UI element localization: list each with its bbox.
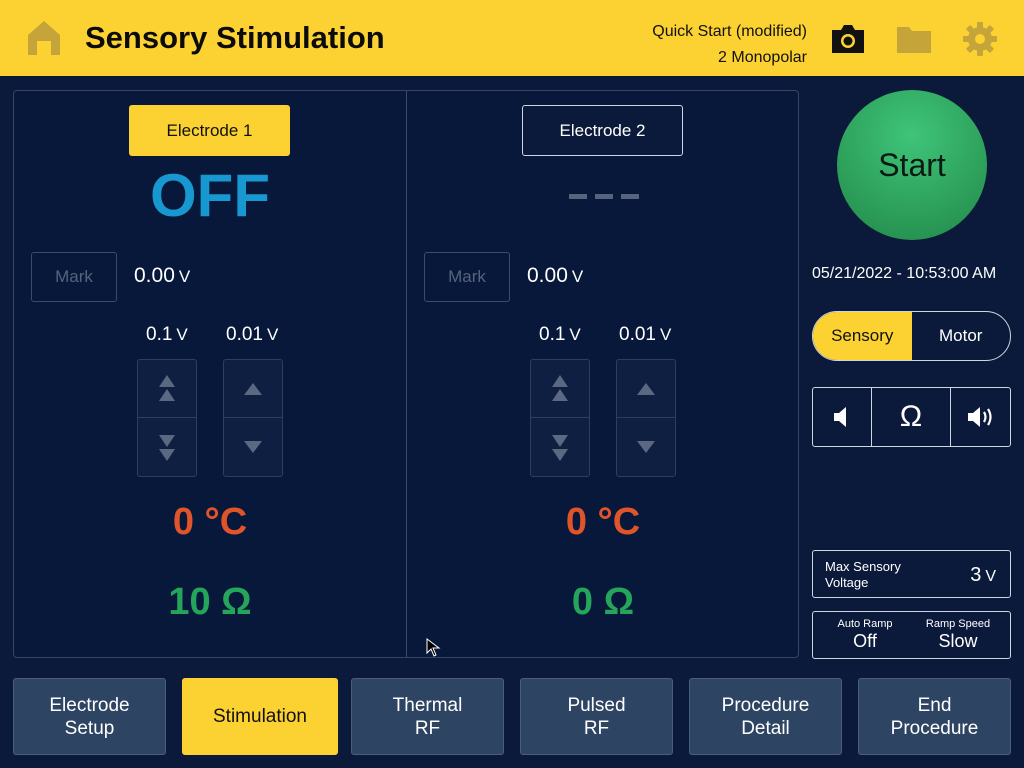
electrode-panel: Electrode 1 OFF Mark 0.00 V 0.1 V 0.01 V 0 … — [13, 90, 799, 658]
ramp-speed-setting: Ramp Speed Slow — [918, 618, 998, 652]
home-icon[interactable] — [24, 18, 64, 58]
up-arrow-icon[interactable] — [224, 360, 282, 418]
max-voltage-label: Max Sensory Voltage — [825, 559, 901, 590]
volume-up-icon[interactable] — [951, 388, 1010, 446]
double-down-arrow-icon[interactable] — [138, 418, 196, 476]
mode-toggle: Sensory Motor — [812, 311, 1011, 361]
mouse-cursor-icon — [426, 638, 442, 663]
ramp-speed-value: Slow — [938, 631, 978, 651]
double-down-arrow-icon[interactable] — [531, 418, 589, 476]
voltage-unit: V — [571, 267, 584, 286]
electrode-2-impedance: 0 Ω — [571, 581, 635, 623]
voltage-value: 0.00 — [134, 264, 175, 287]
max-sensory-voltage-setting[interactable]: Max Sensory Voltage 3V — [812, 550, 1011, 598]
double-up-arrow-icon[interactable] — [138, 360, 196, 418]
electrode-1-voltage: 0.00 V — [134, 264, 190, 288]
start-button[interactable]: Start — [837, 90, 987, 240]
folder-icon[interactable] — [895, 21, 933, 57]
camera-icon[interactable] — [829, 21, 867, 57]
ramp-speed-label: Ramp Speed — [925, 618, 991, 630]
nav-electrode-setup[interactable]: Electrode Setup — [13, 678, 166, 755]
preset-name: Quick Start (modified) — [652, 23, 807, 40]
gear-icon[interactable] — [961, 21, 999, 57]
electrode-2-column: Electrode 2 Mark 0.00 V 0.1 V 0.01 V 0 °C 0… — [407, 91, 799, 657]
electrode-1-impedance: 10 Ω — [168, 581, 252, 623]
ramp-settings[interactable]: Auto Ramp Off Ramp Speed Slow — [812, 611, 1011, 659]
mode-sensory-button[interactable]: Sensory — [813, 312, 912, 360]
nav-thermal-rf[interactable]: Thermal RF — [351, 678, 504, 755]
coarse-step-label: 0.1 V — [146, 324, 188, 345]
voltage-unit: V — [178, 267, 191, 286]
nav-pulsed-rf[interactable]: Pulsed RF — [520, 678, 673, 755]
volume-down-icon[interactable] — [813, 388, 872, 446]
coarse-step-label: 0.1 V — [539, 324, 581, 345]
omega-icon[interactable]: Ω — [872, 388, 951, 446]
electrode-1-button[interactable]: Electrode 1 — [129, 105, 290, 156]
electrode-2-status — [569, 194, 639, 199]
header-bar: Sensory Stimulation Quick Start (modifie… — [0, 0, 1024, 76]
electrode-2-voltage: 0.00 V — [527, 264, 583, 288]
auto-ramp-value: Off — [853, 631, 877, 651]
electrode-2-mark-button[interactable]: Mark — [424, 252, 510, 302]
max-voltage-value: 3V — [970, 564, 996, 586]
down-arrow-icon[interactable] — [617, 418, 675, 476]
preset-config: 2 Monopolar — [718, 49, 807, 66]
sound-controls: Ω — [812, 387, 1011, 447]
electrode-1-status: OFF — [150, 162, 270, 229]
mode-motor-button[interactable]: Motor — [912, 312, 1011, 360]
auto-ramp-label: Auto Ramp — [837, 618, 893, 630]
electrode-1-coarse-stepper — [137, 359, 197, 477]
preset-info: Quick Start (modified) 2 Monopolar — [652, 19, 807, 71]
datetime-display: 05/21/2022 - 10:53:00 AM — [812, 265, 997, 282]
electrode-1-mark-button[interactable]: Mark — [31, 252, 117, 302]
nav-procedure-detail[interactable]: Procedure Detail — [689, 678, 842, 755]
voltage-value: 0.00 — [527, 264, 568, 287]
double-up-arrow-icon[interactable] — [531, 360, 589, 418]
electrode-1-column: Electrode 1 OFF Mark 0.00 V 0.1 V 0.01 V 0 … — [14, 91, 406, 657]
electrode-2-coarse-stepper — [530, 359, 590, 477]
fine-step-label: 0.01 V — [226, 324, 279, 345]
page-title: Sensory Stimulation — [85, 20, 385, 55]
electrode-1-temperature: 0 °C — [172, 501, 248, 543]
up-arrow-icon[interactable] — [617, 360, 675, 418]
auto-ramp-setting: Auto Ramp Off — [825, 618, 905, 652]
fine-step-label: 0.01 V — [619, 324, 672, 345]
electrode-2-temperature: 0 °C — [565, 501, 641, 543]
nav-end-procedure[interactable]: End Procedure — [858, 678, 1011, 755]
electrode-2-button[interactable]: Electrode 2 — [522, 105, 683, 156]
electrode-1-fine-stepper — [223, 359, 283, 477]
electrode-2-fine-stepper — [616, 359, 676, 477]
nav-stimulation[interactable]: Stimulation — [182, 678, 338, 755]
down-arrow-icon[interactable] — [224, 418, 282, 476]
